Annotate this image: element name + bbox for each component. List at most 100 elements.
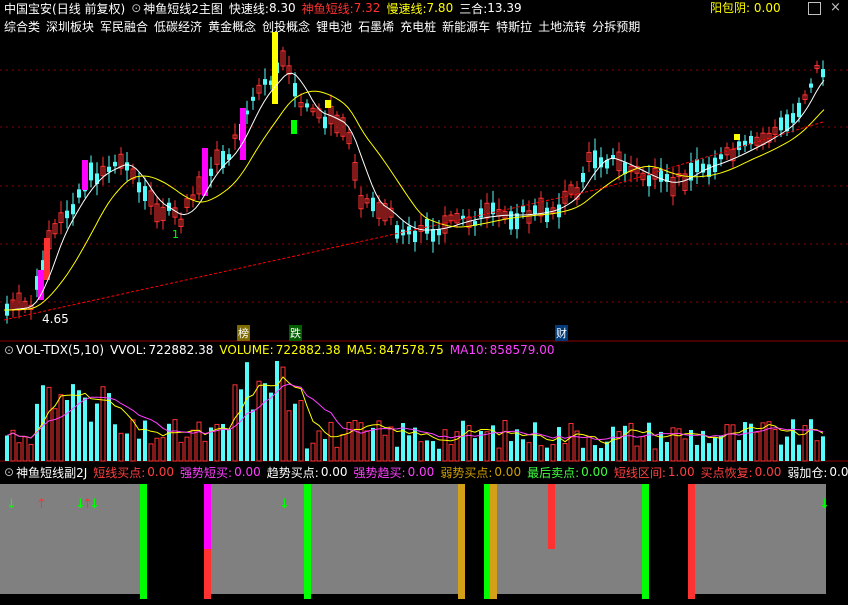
volume-bar [148, 443, 154, 462]
sub-toggle-icon[interactable]: ⊙ [4, 465, 14, 479]
signal-value: 1.00 [667, 465, 695, 479]
candle-body [521, 205, 525, 213]
signal-label: 趋势买点: [266, 465, 319, 480]
candle-body [263, 79, 267, 85]
candle-body [125, 162, 129, 171]
volume-bar [431, 441, 435, 461]
signal-value: 0.00 [754, 465, 782, 479]
volume-bar [143, 420, 147, 461]
volume-bar [77, 390, 81, 461]
signal-value: 0.00 [147, 465, 175, 479]
volume-bar [113, 424, 117, 461]
volume-header: ⊙ VOL-TDX(5,10) VVOL: 722882.38 VOLUME: … [4, 342, 561, 358]
signal-candle [291, 120, 297, 134]
candle-body [737, 141, 741, 151]
volume-label: VOLUME: [219, 343, 274, 357]
volume-bar [574, 430, 580, 462]
volume-bar [95, 403, 99, 461]
signal-bar [458, 484, 465, 599]
ma5-value: 847578.75 [378, 343, 444, 357]
signal-candle [325, 100, 331, 108]
volume-bar [502, 419, 508, 462]
volume-bar [310, 442, 316, 462]
volume-bar [623, 425, 627, 461]
sub-indicator-name[interactable]: 神鱼短线副2J [16, 464, 87, 481]
volume-bar [407, 435, 411, 461]
volume-bar [695, 444, 699, 461]
sub-indicator-header: ⊙ 神鱼短线副2J 短线买点: 0.00 强势短买: 0.00 趋势买点: 0.00 强势趋… [4, 464, 848, 480]
volume-bar [10, 429, 16, 462]
volume-bar [581, 447, 585, 461]
volume-bar [802, 425, 808, 462]
volume-bar [713, 437, 717, 461]
volume-indicator-name[interactable]: VOL-TDX(5,10) [16, 343, 104, 357]
vvol-label: VVOL: [110, 343, 147, 357]
volume-bar [562, 443, 568, 462]
candle-body [395, 225, 399, 239]
volume-bar [616, 431, 622, 462]
candle-body [791, 113, 795, 123]
signal-candle [44, 238, 50, 280]
volume-bar [286, 410, 292, 462]
volume-bar [791, 419, 795, 461]
candle-body [113, 161, 117, 167]
volume-bar [779, 444, 783, 461]
candle-body [371, 197, 375, 212]
main-chart-header: 中国宝安 (日线 前复权) ⊙ 神鱼短线2主图 快速线: 8.30 神鱼短线: … [4, 0, 528, 16]
volume-bar [58, 394, 64, 462]
volume-bar [659, 431, 663, 461]
volume-bar [797, 444, 801, 461]
yangbaoyin-label: 阳包阴: [710, 1, 751, 15]
volume-bar [611, 426, 615, 461]
signal-candle [82, 160, 88, 190]
volume-bar [448, 444, 454, 462]
volume-bar [184, 436, 190, 462]
volume-bar [251, 409, 255, 461]
volume-bar [743, 422, 747, 461]
ma10-value: 858579.00 [489, 343, 555, 357]
candle-body [797, 102, 801, 117]
close-icon[interactable]: × [830, 0, 841, 16]
candle-body [107, 166, 111, 172]
volume-bar [107, 393, 111, 461]
signal-zone [694, 484, 826, 594]
volume-bar [719, 435, 723, 461]
event-tag-die[interactable]: 跌 [289, 325, 302, 341]
event-tag-cai[interactable]: 财 [555, 325, 568, 341]
volume-bar [599, 448, 603, 461]
volume-toggle-icon[interactable]: ⊙ [4, 343, 14, 357]
volume-bar [665, 442, 669, 461]
volume-bar [647, 422, 651, 461]
volume-bar [118, 432, 124, 462]
volume-bar [442, 429, 448, 462]
event-tag-bang[interactable]: 榜 [237, 325, 250, 341]
square-icon[interactable] [808, 2, 821, 15]
volume-bar [202, 440, 208, 462]
indicator-toggle-icon[interactable]: ⊙ [131, 1, 141, 15]
volume-bar [232, 384, 238, 462]
vvol-value: 722882.38 [148, 343, 214, 357]
volume-bar [275, 361, 279, 461]
candle-body [821, 69, 825, 78]
volume-bar [323, 438, 327, 461]
volume-bar [737, 440, 741, 461]
volume-bar [550, 444, 556, 462]
volume-bar [707, 443, 711, 461]
volume-bar [263, 383, 267, 461]
volume-bar [785, 436, 789, 461]
signal-candle [202, 148, 208, 196]
shenyu-line-value: 7.32 [353, 1, 381, 15]
signal-label: 买点恢复: [700, 465, 753, 480]
signal-label: 强势趋买: [353, 465, 406, 480]
candle-body [89, 162, 93, 181]
signal-bar [688, 484, 695, 599]
signal-value: 0.00 [494, 465, 522, 479]
volume-bar [766, 421, 772, 462]
volume-bar [328, 421, 334, 462]
indicator-name[interactable]: 神鱼短线2主图 [143, 0, 223, 17]
signal-bar [204, 549, 211, 599]
signal-label: 强势短买: [180, 465, 233, 480]
signal-bar [484, 484, 491, 599]
volume-bar [28, 443, 34, 462]
signal-label: 短线买点: [93, 465, 146, 480]
